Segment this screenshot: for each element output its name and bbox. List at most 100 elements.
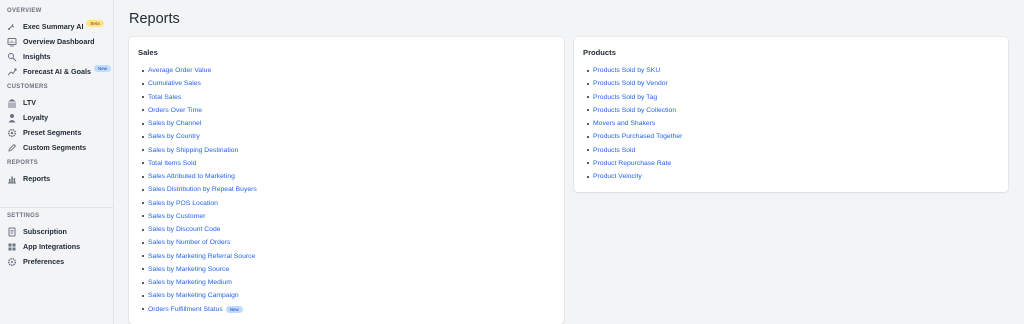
gear-icon bbox=[6, 127, 17, 138]
list-item: Cumulative Sales bbox=[142, 77, 257, 90]
products-report-link[interactable]: Products Sold by Tag bbox=[593, 94, 657, 101]
list-item: Sales by Customer bbox=[142, 210, 257, 223]
list-item: Products Sold by Tag bbox=[587, 91, 682, 104]
list-item: Sales by POS Location bbox=[142, 197, 257, 210]
section-label-customers: CUSTOMERS bbox=[7, 84, 48, 90]
sidebar-item-preset-segments[interactable]: Preset Segments bbox=[6, 126, 112, 139]
sales-report-link[interactable]: Sales by Marketing Campaign bbox=[148, 292, 239, 299]
sales-report-link[interactable]: Orders Fulfillment Status bbox=[148, 306, 223, 313]
list-item: Average Order Value bbox=[142, 64, 257, 77]
products-report-link[interactable]: Products Sold by Collection bbox=[593, 107, 676, 114]
products-link-list: Products Sold by SKU Products Sold by Ven… bbox=[587, 64, 682, 183]
sidebar-item-label: Preset Segments bbox=[23, 128, 82, 137]
list-item: Sales by Country bbox=[142, 130, 257, 143]
new-badge: New bbox=[94, 65, 112, 72]
products-report-link[interactable]: Movers and Shakers bbox=[593, 120, 655, 127]
sales-report-link[interactable]: Sales Attributed to Marketing bbox=[148, 173, 235, 180]
sidebar-item-label: LTV bbox=[23, 98, 37, 107]
products-report-link[interactable]: Product Repurchase Rate bbox=[593, 160, 671, 167]
list-item: Products Sold bbox=[587, 144, 682, 157]
document-icon bbox=[6, 226, 17, 237]
sidebar-item-custom-segments[interactable]: Custom Segments bbox=[6, 141, 112, 154]
list-item: Product Velocity bbox=[587, 170, 682, 183]
sales-report-link[interactable]: Sales by Shipping Destination bbox=[148, 147, 238, 154]
sidebar-item-ltv[interactable]: LTV bbox=[6, 96, 112, 109]
section-label-settings: SETTINGS bbox=[7, 213, 40, 219]
sidebar-item-loyalty[interactable]: Loyalty bbox=[6, 111, 112, 124]
list-item: Product Repurchase Rate bbox=[587, 157, 682, 170]
grid-icon bbox=[6, 241, 17, 252]
sidebar-item-insights[interactable]: Insights bbox=[6, 50, 112, 63]
sidebar-item-app-integrations[interactable]: App Integrations bbox=[6, 240, 112, 253]
sidebar-item-label: Insights bbox=[23, 52, 51, 61]
list-item: Sales by Marketing Referral Source bbox=[142, 250, 257, 263]
list-item: Orders Fulfillment Status New bbox=[142, 303, 257, 316]
sales-report-link[interactable]: Orders Over Time bbox=[148, 107, 202, 114]
sales-report-link[interactable]: Sales Distribution by Repeat Buyers bbox=[148, 186, 257, 193]
sparkle-icon bbox=[6, 21, 17, 32]
sales-report-link[interactable]: Total Items Sold bbox=[148, 160, 196, 167]
section-label-overview: OVERVIEW bbox=[7, 8, 42, 14]
sales-report-link[interactable]: Sales by Marketing Source bbox=[148, 266, 229, 273]
list-item: Sales by Channel bbox=[142, 117, 257, 130]
sales-report-link[interactable]: Cumulative Sales bbox=[148, 80, 201, 87]
list-item: Sales by Marketing Source bbox=[142, 263, 257, 276]
sales-report-link[interactable]: Total Sales bbox=[148, 94, 181, 101]
products-report-link[interactable]: Products Purchased Together bbox=[593, 133, 682, 140]
sidebar-item-label: Reports bbox=[23, 174, 51, 183]
sales-report-link[interactable]: Sales by Marketing Referral Source bbox=[148, 253, 255, 260]
sales-link-list: Average Order Value Cumulative Sales Total… bbox=[142, 64, 257, 316]
list-item: Movers and Shakers bbox=[587, 117, 682, 130]
sidebar-item-label: Preferences bbox=[23, 257, 65, 266]
sidebar-item-label: Forecast AI & Goals bbox=[23, 67, 92, 76]
list-item: Sales Distribution by Repeat Buyers bbox=[142, 183, 257, 196]
list-item: Total Sales bbox=[142, 91, 257, 104]
sales-report-link[interactable]: Sales by Discount Code bbox=[148, 226, 221, 233]
bar-chart-icon bbox=[6, 173, 17, 184]
sidebar-item-subscription[interactable]: Subscription bbox=[6, 225, 112, 238]
list-item: Sales by Shipping Destination bbox=[142, 144, 257, 157]
list-item: Products Purchased Together bbox=[587, 130, 682, 143]
sidebar-divider bbox=[0, 207, 113, 208]
bank-icon bbox=[6, 97, 17, 108]
sidebar: OVERVIEW Exec Summary AI Beta Overview D… bbox=[0, 0, 114, 324]
products-report-link[interactable]: Products Sold by SKU bbox=[593, 67, 660, 74]
person-icon bbox=[6, 112, 17, 123]
sidebar-item-label: Loyalty bbox=[23, 113, 49, 122]
sales-report-link[interactable]: Sales by Channel bbox=[148, 120, 201, 127]
list-item: Sales by Marketing Campaign bbox=[142, 289, 257, 302]
sales-report-link[interactable]: Average Order Value bbox=[148, 67, 211, 74]
section-label-reports: REPORTS bbox=[7, 160, 39, 166]
list-item: Sales Attributed to Marketing bbox=[142, 170, 257, 183]
sales-card-title: Sales bbox=[138, 48, 158, 57]
sales-report-link[interactable]: Sales by Marketing Medium bbox=[148, 279, 232, 286]
list-item: Products Sold by Vendor bbox=[587, 77, 682, 90]
list-item: Sales by Number of Orders bbox=[142, 236, 257, 249]
sidebar-item-label: Exec Summary AI bbox=[23, 22, 84, 31]
sales-report-link[interactable]: Sales by POS Location bbox=[148, 200, 218, 207]
products-report-link[interactable]: Products Sold bbox=[593, 147, 635, 154]
list-item: Products Sold by SKU bbox=[587, 64, 682, 77]
sidebar-item-preferences[interactable]: Preferences bbox=[6, 255, 112, 268]
sales-report-link[interactable]: Sales by Country bbox=[148, 133, 200, 140]
sidebar-item-label: App Integrations bbox=[23, 242, 81, 251]
sales-report-link[interactable]: Sales by Number of Orders bbox=[148, 239, 230, 246]
sales-report-link[interactable]: Sales by Customer bbox=[148, 213, 205, 220]
pencil-icon bbox=[6, 142, 17, 153]
sidebar-item-exec-summary[interactable]: Exec Summary AI Beta bbox=[6, 20, 112, 33]
sidebar-item-label: Subscription bbox=[23, 227, 67, 236]
list-item: Sales by Discount Code bbox=[142, 223, 257, 236]
list-item: Sales by Marketing Medium bbox=[142, 276, 257, 289]
products-card: Products Products Sold by SKU Products So… bbox=[574, 37, 1008, 192]
sidebar-item-overview-dashboard[interactable]: Overview Dashboard bbox=[6, 35, 112, 48]
sidebar-item-reports[interactable]: Reports bbox=[6, 172, 112, 185]
sidebar-item-forecast[interactable]: Forecast AI & Goals New bbox=[6, 65, 112, 78]
list-item: Orders Over Time bbox=[142, 104, 257, 117]
forecast-icon bbox=[6, 66, 17, 77]
products-report-link[interactable]: Products Sold by Vendor bbox=[593, 80, 668, 87]
sidebar-item-label: Custom Segments bbox=[23, 143, 87, 152]
beta-badge: Beta bbox=[86, 20, 104, 27]
products-report-link[interactable]: Product Velocity bbox=[593, 173, 642, 180]
page-title: Reports bbox=[129, 11, 180, 27]
settings-icon bbox=[6, 256, 17, 267]
